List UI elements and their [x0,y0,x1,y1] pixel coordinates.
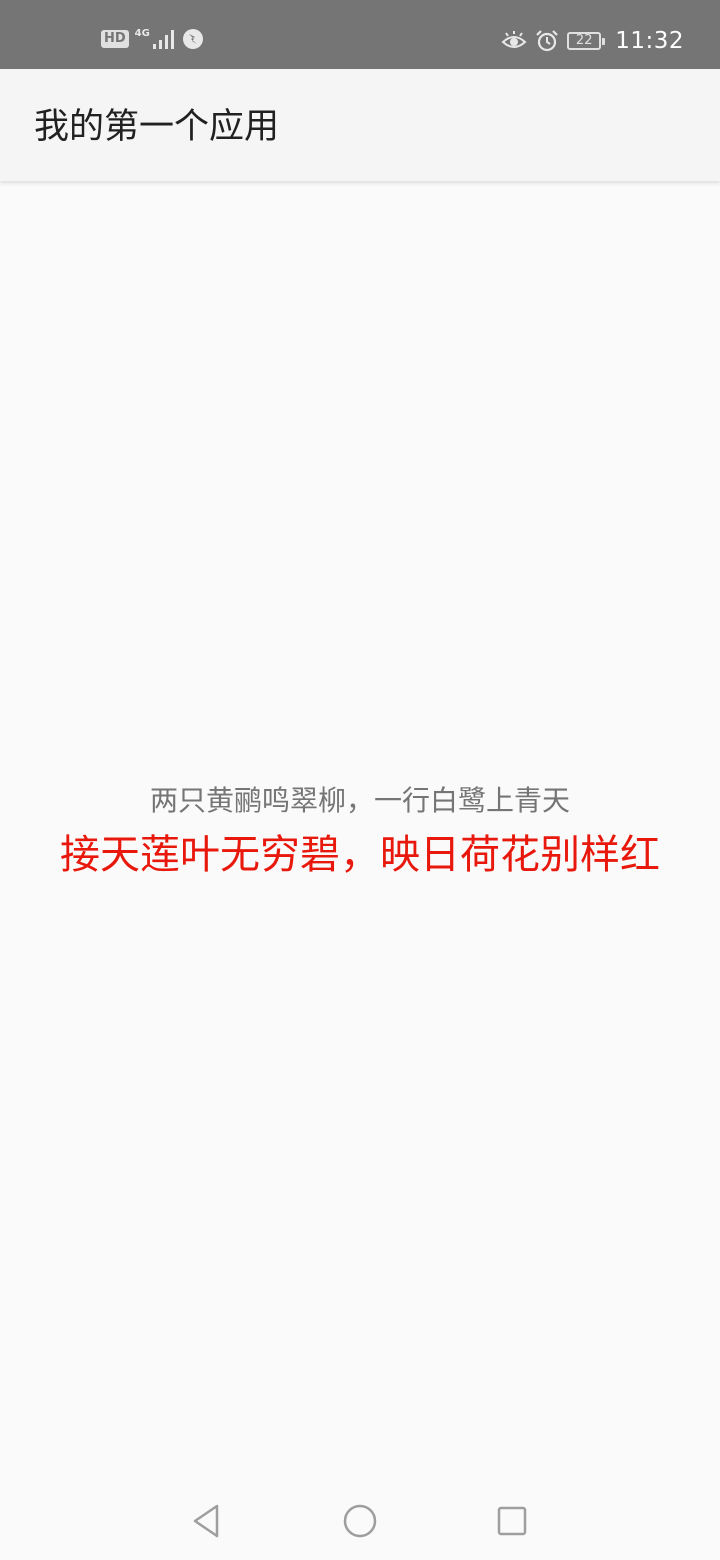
home-button[interactable] [336,1497,384,1545]
signal-icon [152,30,174,49]
hd-icon: HD [101,30,129,48]
battery-icon: 22 [567,32,606,50]
app-bar: 我的第一个应用 [0,69,720,181]
recents-icon [497,1506,527,1536]
home-icon [343,1504,377,1538]
network-type-label: 4G [134,27,150,39]
text-line-1: 两只黄鹂鸣翠柳，一行白鹭上青天 [149,784,570,817]
eye-comfort-icon [501,31,527,48]
alarm-icon [536,30,558,52]
battery-level: 22 [575,33,593,48]
recents-button[interactable] [488,1497,536,1545]
status-time: 11:32 [615,28,684,54]
data-saver-icon [182,29,203,49]
main-content: 两只黄鹂鸣翠柳，一行白鹭上青天 接天莲叶无穷碧，映日荷花别样红 [0,181,720,1479]
status-bar: HD 4G 22 11:32 [0,0,720,69]
status-right-group: 22 11:32 [501,28,684,54]
app-title: 我的第一个应用 [34,107,280,147]
back-button[interactable] [182,1497,230,1545]
phone-screen: HD 4G 22 11:32 我的第一个应用 两只黄鹂鸣翠柳，一行白鹭上青天 接… [0,0,720,1560]
navigation-bar [0,1479,720,1560]
text-line-2: 接天莲叶无穷碧，映日荷花别样红 [60,832,660,878]
status-left-group: HD 4G [101,28,204,50]
back-icon [193,1504,219,1538]
